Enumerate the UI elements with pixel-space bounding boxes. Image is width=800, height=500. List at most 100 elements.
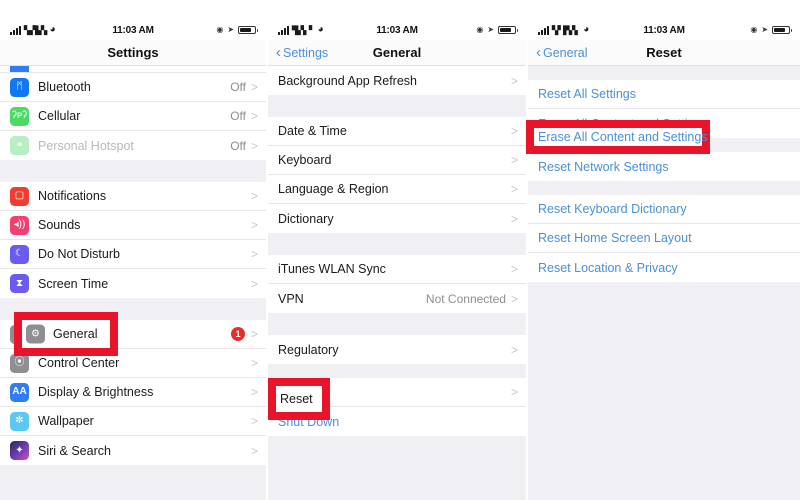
chevron-right-icon: > bbox=[510, 211, 518, 226]
status-bar-left: ▚▞▙▚ ◕ bbox=[10, 25, 112, 35]
chevron-right-icon: > bbox=[250, 414, 258, 428]
general-group-locale: Date & Time > Keyboard > Language & Regi… bbox=[268, 117, 526, 233]
rotation-lock-icon: ◉ bbox=[476, 25, 484, 34]
battery-icon bbox=[772, 26, 793, 34]
partial-row-above bbox=[0, 66, 266, 73]
chevron-right-icon: > bbox=[250, 276, 258, 291]
rotation-lock-icon: ◉ bbox=[750, 25, 758, 34]
settings-list[interactable]: ᛗ Bluetooth Off > ʔᴘʔ Cellular Off > ⚭ P… bbox=[0, 66, 266, 500]
general-row-date-time[interactable]: Date & Time > bbox=[268, 117, 526, 146]
wallpaper-icon: ✼ bbox=[10, 411, 29, 431]
settings-row-do-not-disturb[interactable]: ☾ Do Not Disturb > bbox=[0, 240, 266, 269]
nav-bar-settings: Settings bbox=[0, 40, 266, 66]
reset-row-reset-all-settings[interactable]: Reset All Settings bbox=[528, 80, 800, 109]
gear-icon: ⚙ bbox=[10, 324, 29, 344]
settings-row-control-center[interactable]: ⦿ Control Center > bbox=[0, 349, 266, 378]
reset-list[interactable]: Reset All Settings Erase All Content and… bbox=[528, 66, 800, 500]
row-label: Display & Brightness bbox=[38, 385, 154, 399]
phone-screen-general: ▜▞▖▘ ◕ 11:03 AM ◉ ➤ ‹ Settings General B… bbox=[268, 0, 526, 500]
row-label: Screen Time bbox=[38, 276, 109, 291]
status-bar-right: ◉ ➤ bbox=[154, 26, 259, 34]
location-arrow-icon: ➤ bbox=[761, 25, 769, 34]
battery-icon bbox=[498, 26, 519, 34]
row-value: Off bbox=[230, 80, 246, 94]
row-value: Off bbox=[230, 138, 246, 153]
clock-label: 11:03 AM bbox=[112, 24, 154, 36]
row-label: Cellular bbox=[38, 109, 81, 123]
section-gap bbox=[268, 364, 526, 378]
section-gap bbox=[0, 298, 266, 320]
general-group-network: iTunes WLAN Sync > VPN Not Connected > bbox=[268, 255, 526, 313]
status-bar: ▚▘▛▞▖ ◕ 11:03 AM ◉ ➤ bbox=[528, 20, 800, 40]
section-gap bbox=[268, 95, 526, 117]
row-label: Keyboard bbox=[278, 153, 332, 167]
reset-row-erase[interactable]: Erase All Content and Settings bbox=[528, 109, 800, 138]
general-row-regulatory[interactable]: Regulatory > bbox=[268, 335, 526, 364]
settings-row-general[interactable]: ⚙ General 1 > bbox=[0, 320, 266, 349]
settings-row-cellular[interactable]: ʔᴘʔ Cellular Off > bbox=[0, 102, 266, 131]
settings-row-siri-search[interactable]: ✦ Siri & Search > bbox=[0, 436, 266, 465]
row-label: Control Center bbox=[38, 356, 120, 370]
row-label: Reset Home Screen Layout bbox=[538, 231, 692, 245]
signal-bars-icon bbox=[278, 25, 289, 35]
chevron-right-icon: > bbox=[250, 327, 258, 341]
row-label: Shut Down bbox=[278, 414, 340, 429]
phone-screen-settings: ▚▞▙▚ ◕ 11:03 AM ◉ ➤ Settings ᛗ Bluetooth bbox=[0, 0, 266, 500]
settings-row-screen-time[interactable]: ⧗ Screen Time > bbox=[0, 269, 266, 298]
row-label: Date & Time bbox=[278, 124, 347, 138]
settings-row-personal-hotspot[interactable]: ⚭ Personal Hotspot Off > bbox=[0, 131, 266, 160]
reset-row-keyboard-dictionary[interactable]: Reset Keyboard Dictionary bbox=[528, 195, 800, 224]
settings-row-wallpaper[interactable]: ✼ Wallpaper > bbox=[0, 407, 266, 436]
section-gap bbox=[528, 181, 800, 195]
reset-row-network-settings[interactable]: Reset Network Settings bbox=[528, 152, 800, 181]
phone-screen-reset: ▚▘▛▞▖ ◕ 11:03 AM ◉ ➤ ‹ General Reset Res… bbox=[528, 0, 800, 500]
general-row-vpn[interactable]: VPN Not Connected > bbox=[268, 284, 526, 313]
row-label: Sounds bbox=[38, 218, 81, 232]
section-gap bbox=[268, 233, 526, 255]
general-row-language-region[interactable]: Language & Region > bbox=[268, 175, 526, 204]
chevron-right-icon: > bbox=[510, 262, 518, 276]
cellular-icon: ʔᴘʔ bbox=[10, 106, 29, 126]
row-label: Background App Refresh bbox=[278, 73, 417, 88]
general-row-shut-down[interactable]: Shut Down bbox=[268, 407, 526, 436]
reset-row-location-privacy[interactable]: Reset Location & Privacy bbox=[528, 253, 800, 282]
status-bar-left: ▜▞▖▘ ◕ bbox=[278, 25, 376, 35]
chevron-right-icon: > bbox=[250, 385, 258, 399]
general-group-reset: Reset > Shut Down bbox=[268, 378, 526, 436]
reset-row-home-screen-layout[interactable]: Reset Home Screen Layout bbox=[528, 224, 800, 253]
settings-row-notifications[interactable]: ▢ Notifications > bbox=[0, 182, 266, 211]
status-bar-left: ▚▘▛▞▖ ◕ bbox=[538, 25, 643, 35]
settings-row-display-brightness[interactable]: AA Display & Brightness > bbox=[0, 378, 266, 407]
general-row-itunes-wlan-sync[interactable]: iTunes WLAN Sync > bbox=[268, 255, 526, 284]
chevron-right-icon: > bbox=[250, 109, 258, 123]
signal-bars-icon bbox=[10, 25, 21, 35]
chevron-right-icon: > bbox=[250, 80, 258, 94]
row-label: Bluetooth bbox=[38, 80, 91, 94]
wifi-row-icon bbox=[10, 66, 29, 72]
row-label: VPN bbox=[278, 291, 304, 306]
settings-row-sounds[interactable]: ◂)) Sounds > bbox=[0, 211, 266, 240]
status-bar-right: ◉ ➤ bbox=[685, 25, 793, 34]
settings-row-bluetooth[interactable]: ᛗ Bluetooth Off > bbox=[0, 73, 266, 102]
general-row-dictionary[interactable]: Dictionary > bbox=[268, 204, 526, 233]
wifi-icon: ◕ bbox=[583, 24, 590, 35]
settings-group-alerts: ▢ Notifications > ◂)) Sounds > ☾ Do Not … bbox=[0, 182, 266, 298]
sounds-icon: ◂)) bbox=[10, 215, 29, 235]
general-row-background-app-refresh[interactable]: Background App Refresh > bbox=[268, 66, 526, 95]
clock-label: 11:03 AM bbox=[643, 24, 685, 36]
bluetooth-icon: ᛗ bbox=[10, 77, 29, 97]
status-bar: ▚▞▙▚ ◕ 11:03 AM ◉ ➤ bbox=[0, 20, 266, 40]
nav-bar-general: ‹ Settings General bbox=[268, 40, 526, 66]
chevron-right-icon: > bbox=[250, 189, 258, 203]
siri-icon: ✦ bbox=[10, 441, 29, 460]
general-row-keyboard[interactable]: Keyboard > bbox=[268, 146, 526, 175]
chevron-right-icon: > bbox=[250, 443, 258, 458]
general-list[interactable]: Background App Refresh > Date & Time > K… bbox=[268, 66, 526, 500]
general-row-reset[interactable]: Reset > bbox=[268, 378, 526, 407]
row-value: Off bbox=[230, 109, 246, 123]
row-label: General bbox=[38, 327, 83, 341]
chevron-right-icon: > bbox=[250, 356, 258, 370]
section-gap bbox=[268, 313, 526, 335]
signal-bars-icon bbox=[538, 25, 549, 35]
chevron-right-icon: > bbox=[250, 218, 258, 232]
